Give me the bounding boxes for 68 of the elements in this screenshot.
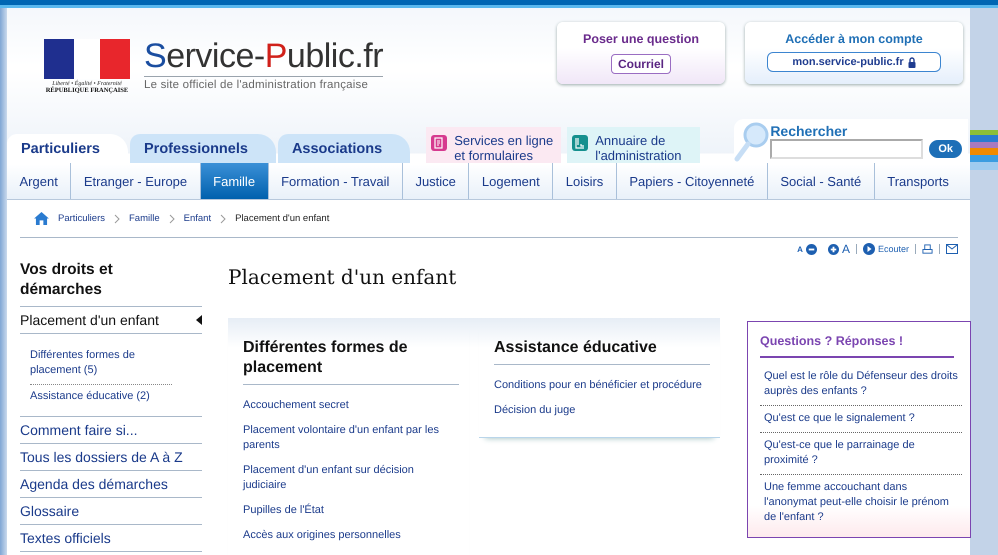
sidebar-subitem[interactable]: Différentes formes de placement (5) <box>30 344 172 385</box>
faq-title: Questions ? Réponses ! <box>760 334 954 358</box>
breadcrumb-link[interactable]: Famille <box>129 213 160 224</box>
faq-link[interactable]: Une femme accouchant dans l'anonymat peut-elle choisir le prénom de l'enfant ? <box>760 475 962 531</box>
sidebar-link[interactable]: Glossaire <box>20 497 202 524</box>
print-icon[interactable] <box>922 244 933 254</box>
topic-link[interactable]: Placement d'un enfant sur décision judiciaire <box>243 463 459 493</box>
chevron-icon <box>220 214 226 224</box>
account-title: Accéder à mon compte <box>785 32 923 46</box>
envelope-icon[interactable] <box>946 244 958 254</box>
email-button[interactable]: Courriel <box>610 54 671 74</box>
topic-link[interactable]: Accouchement secret <box>243 398 459 413</box>
site-title[interactable]: Service-Public.fr <box>144 38 384 77</box>
breadcrumb-link[interactable]: Enfant <box>184 213 212 224</box>
nav-item[interactable]: Social - Santé <box>768 163 875 199</box>
faq-link[interactable]: Qu'est ce que le signalement ? <box>760 406 962 433</box>
page-title: Placement d'un enfant <box>228 264 458 291</box>
breadcrumb-current: Placement d'un enfant <box>235 213 330 224</box>
topic-link[interactable]: Placement volontaire d'un enfant par les parents <box>243 423 459 453</box>
text-larger-label: A <box>842 242 850 256</box>
section-title: Assistance éducative <box>494 338 710 365</box>
nav-item[interactable]: Justice <box>402 163 470 199</box>
nav-item[interactable]: Loisirs <box>553 163 617 199</box>
text-smaller-label: A <box>797 244 803 254</box>
sidebar-link[interactable]: Tous les dossiers de A à Z <box>20 443 202 470</box>
chevron-icon <box>114 214 120 224</box>
play-icon[interactable] <box>862 243 875 255</box>
directory-icon <box>572 135 588 151</box>
color-stripes <box>970 130 998 170</box>
home-icon[interactable] <box>34 212 49 225</box>
topic-link[interactable]: Conditions pour en bénéficier et procédure <box>494 378 710 393</box>
topic-link[interactable]: Décision du juge <box>494 403 710 418</box>
minus-icon[interactable] <box>806 244 817 254</box>
nav-item[interactable]: Logement <box>469 163 554 199</box>
site-tagline: Le site officiel de l'administration française <box>144 79 370 91</box>
sidebar-subitem[interactable]: Assistance éducative (2) <box>30 385 172 410</box>
section-title: Différentes formes de placement <box>243 338 459 385</box>
faq-link[interactable]: Quel est le rôle du Défenseur des droits auprès des enfants ? <box>760 364 962 406</box>
sidebar-link[interactable]: Agenda des démarches <box>20 470 202 497</box>
nav-item[interactable]: Papiers - Citoyenneté <box>616 163 768 199</box>
sidebar-link[interactable]: Comment faire si... <box>20 416 202 443</box>
quick-link[interactable]: Annuaire de l'administration <box>567 127 700 163</box>
nav-item[interactable]: Argent <box>7 163 72 199</box>
nav-item[interactable]: Formation - Travail <box>268 163 403 199</box>
chevron-icon <box>168 214 175 224</box>
topic-link[interactable]: Pupilles de l'État <box>243 503 459 518</box>
caret-icon[interactable] <box>196 315 202 325</box>
nav-item[interactable]: Famille <box>200 163 269 199</box>
search-label: Rechercher <box>770 123 848 139</box>
sidebar-current-item[interactable]: Placement d'un enfant <box>20 312 159 328</box>
audience-tab[interactable]: Professionnels <box>130 134 276 163</box>
search-field[interactable] <box>770 139 924 159</box>
question-title: Poser une question <box>583 32 699 46</box>
faq-link[interactable]: Qu'est-ce que le parrainage de proximité ? <box>760 433 962 475</box>
breadcrumb-link[interactable]: Particuliers <box>58 213 105 224</box>
plus-icon[interactable] <box>828 244 839 254</box>
magnifier-icon <box>734 121 770 163</box>
search-button[interactable]: Ok <box>929 140 962 158</box>
audience-tab[interactable]: Associations <box>278 134 410 163</box>
quick-link[interactable]: Services en ligne et formulaires <box>426 127 562 163</box>
sidebar-link[interactable]: Textes officiels <box>20 524 202 552</box>
lock-icon <box>908 56 916 68</box>
account-button[interactable]: mon.service-public.fr <box>767 52 941 72</box>
sidebar-title: Vos droits et démarches <box>20 260 114 300</box>
listen-link[interactable]: Ecouter <box>878 244 909 254</box>
nav-item[interactable]: Transports <box>874 163 962 199</box>
topic-link[interactable]: Accès aux origines personnelles <box>243 528 459 543</box>
form-icon <box>431 135 448 151</box>
